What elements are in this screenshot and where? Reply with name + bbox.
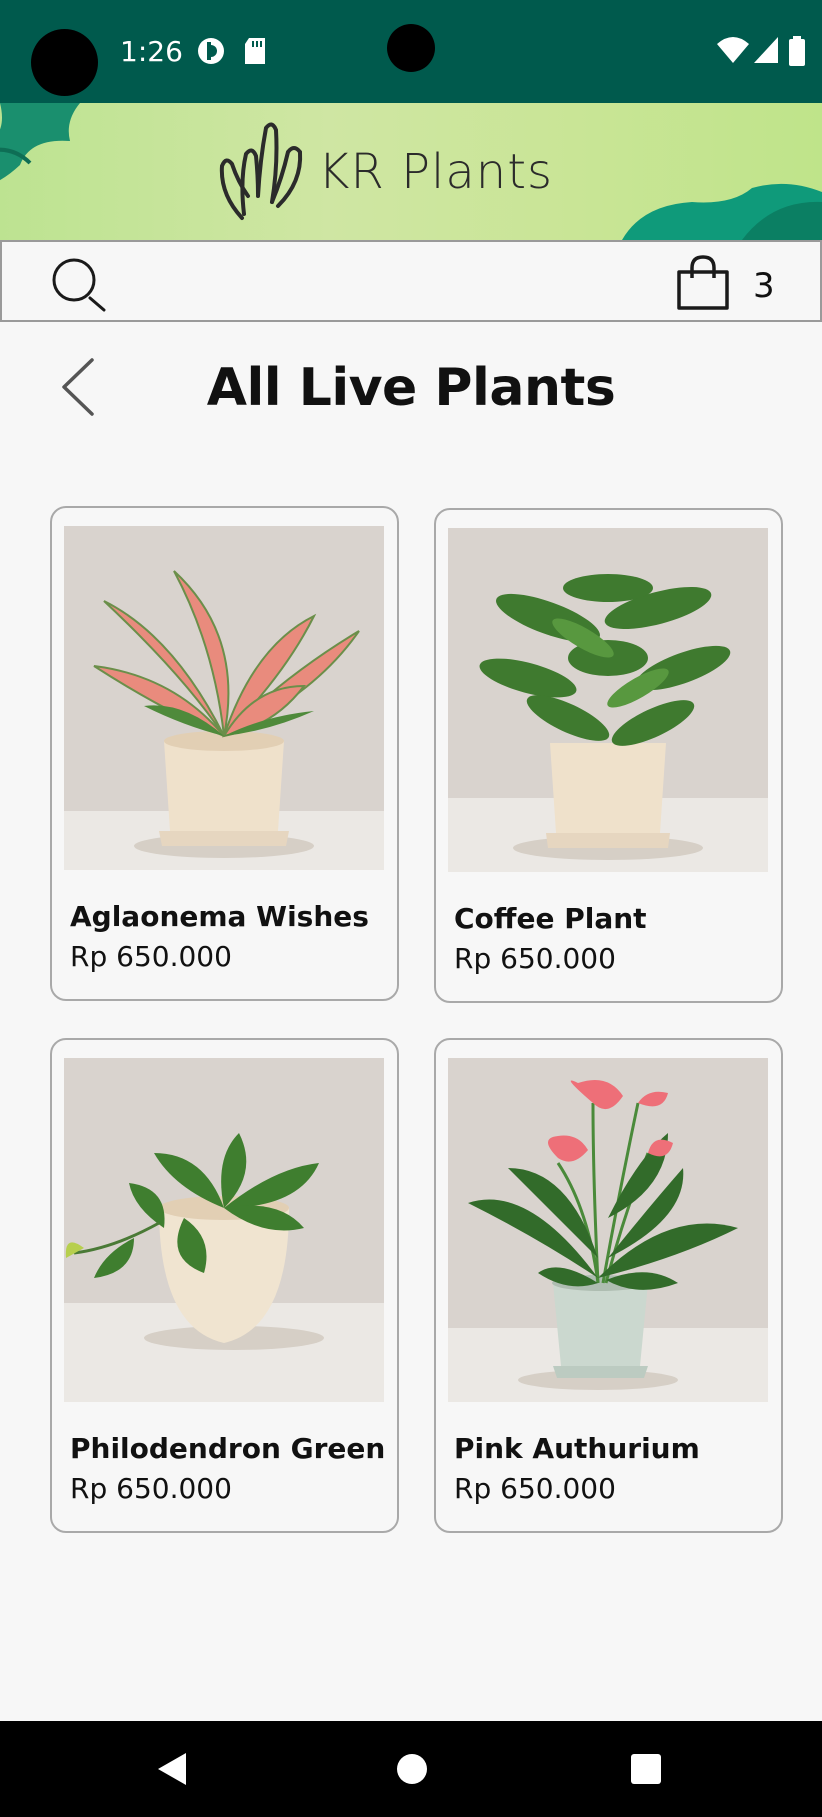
product-card[interactable]: Philodendron Green Rp 650.000 [50,1038,399,1533]
product-price: Rp 650.000 [454,1472,616,1505]
wifi-icon [717,37,749,63]
search-icon[interactable] [50,256,110,316]
top-toolbar: 3 [0,240,822,322]
brand-logo: KR Plants [218,117,553,227]
status-time: 1:26 [120,35,183,68]
recents-square-icon[interactable] [631,1754,661,1784]
product-card[interactable]: Aglaonema Wishes Rp 650.000 [50,506,399,1001]
battery-icon [789,36,805,66]
product-price: Rp 650.000 [454,942,616,975]
product-card[interactable]: Coffee Plant Rp 650.000 [434,508,783,1003]
product-price: Rp 650.000 [70,1472,232,1505]
product-name: Coffee Plant [454,902,647,935]
hand-plant-logo-icon [219,122,303,220]
data-saver-icon [198,38,224,64]
cart-count-badge: 3 [753,266,775,306]
product-image-aglaonema [64,526,384,870]
signal-icon [754,37,778,63]
brand-banner: KR Plants [0,103,822,240]
product-price: Rp 650.000 [70,940,232,973]
leaf-decoration-right [622,183,822,240]
product-image-coffee-plant [448,528,768,872]
home-circle-icon[interactable] [397,1754,427,1784]
camera-cutout [31,29,98,96]
system-nav-bar [0,1721,822,1817]
product-image-pink-anthurium [448,1058,768,1402]
camera-cutout-center [387,24,435,72]
product-card[interactable]: Pink Authurium Rp 650.000 [434,1038,783,1533]
back-triangle-icon[interactable] [156,1751,188,1787]
product-image-philodendron [64,1058,384,1402]
page-title: All Live Plants [206,358,616,418]
shopping-bag-icon[interactable] [674,254,732,312]
product-name: Philodendron Green [70,1432,386,1465]
product-name: Aglaonema Wishes [70,900,369,933]
sd-card-icon [245,38,265,64]
product-name: Pink Authurium [454,1432,700,1465]
brand-name: KR Plants [318,144,554,200]
status-bar: 1:26 [0,0,822,103]
leaf-decoration-left [0,103,80,180]
